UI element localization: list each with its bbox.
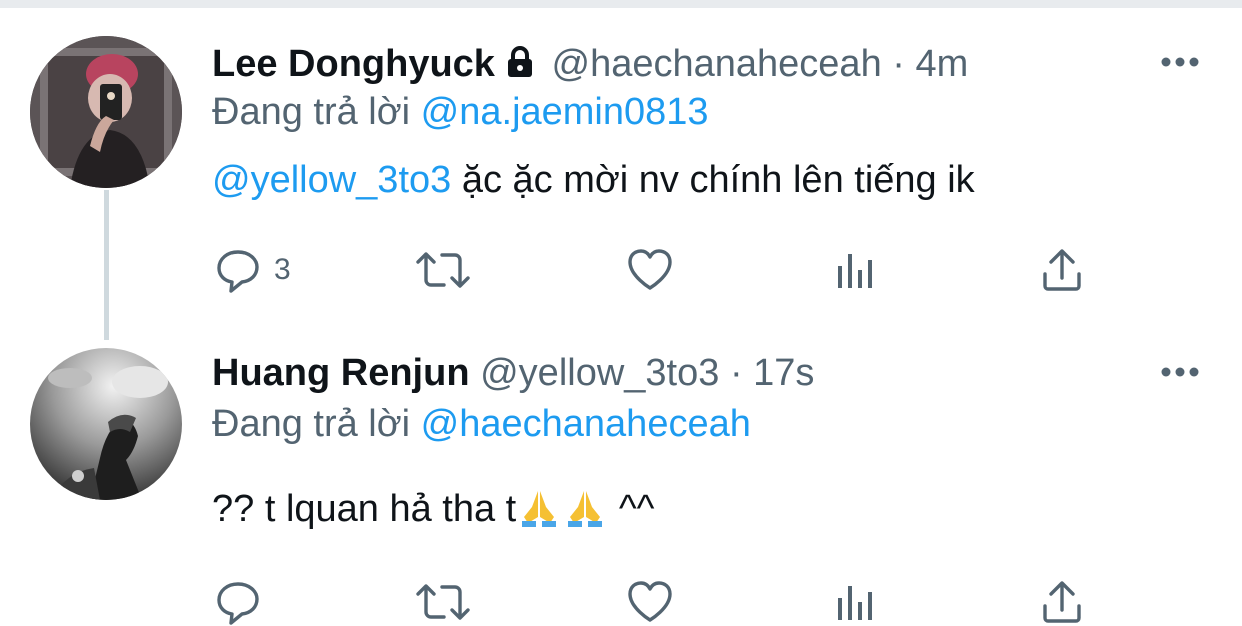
retweet-icon [416,252,470,288]
analytics-button[interactable] [834,246,878,294]
body-text: ặc ặc mời nv chính lên tiếng ik [451,159,975,201]
like-button[interactable] [626,578,674,626]
more-options-icon[interactable] [1158,360,1202,384]
folded-hands-emoji [564,487,606,527]
retweet-button[interactable] [414,246,472,294]
display-name[interactable]: Huang Renjun [212,352,470,394]
reply-button[interactable] [214,578,274,626]
more-options-icon[interactable] [1158,50,1202,74]
tweet-2-text: ?? t lquan hả tha t ^^ [212,486,654,532]
timestamp[interactable]: 4m [915,43,968,85]
avatar-lee-donghyuck[interactable] [30,36,182,188]
analytics-button[interactable] [834,578,878,626]
body-text-end: ^^ [618,488,655,530]
top-divider [0,0,1242,8]
replying-to-label: Đang trả lời [212,91,411,133]
replying-to-mention[interactable]: @na.jaemin0813 [421,91,709,133]
thread-connector-line [104,190,109,340]
heart-icon [628,249,672,290]
replying-to-label: Đang trả lời [212,403,411,445]
reply-count: 3 [274,253,291,286]
share-icon [1043,249,1081,291]
display-name[interactable]: Lee Donghyuck [212,43,495,85]
like-button[interactable] [626,246,674,294]
user-handle[interactable]: @haechanaheceah [552,43,882,85]
analytics-icon [838,586,872,620]
separator-dot: · [729,352,743,394]
replying-to-line: Đang trả lời @na.jaemin0813 [212,89,709,135]
timestamp[interactable]: 17s [753,352,814,394]
retweet-button[interactable] [414,578,472,626]
body-text: ?? t lquan hả tha t [212,488,517,530]
body-mention[interactable]: @yellow_3to3 [212,159,451,201]
separator-dot: · [892,43,905,85]
share-button[interactable] [1040,578,1084,626]
replying-to-line: Đang trả lời @haechanaheceah [212,401,751,447]
tweet-1-text: @yellow_3to3 ặc ặc mời nv chính lên tiến… [212,157,975,203]
heart-icon [628,581,672,622]
replying-to-mention[interactable]: @haechanaheceah [421,403,751,445]
reply-button[interactable]: 3 [214,246,291,294]
analytics-icon [838,254,872,288]
reply-icon [217,250,259,293]
share-button[interactable] [1040,246,1084,294]
tweet-2-header: Huang Renjun @yellow_3to3 · 17s [212,350,814,396]
share-icon [1043,581,1081,623]
folded-hands-emoji [518,487,560,527]
lock-icon [503,44,537,90]
avatar-huang-renjun[interactable] [30,348,182,500]
user-handle[interactable]: @yellow_3to3 [480,352,719,394]
reply-icon [217,582,259,625]
retweet-icon [416,584,470,620]
tweet-1-header: Lee Donghyuck @haechanaheceah · 4m [212,41,968,90]
